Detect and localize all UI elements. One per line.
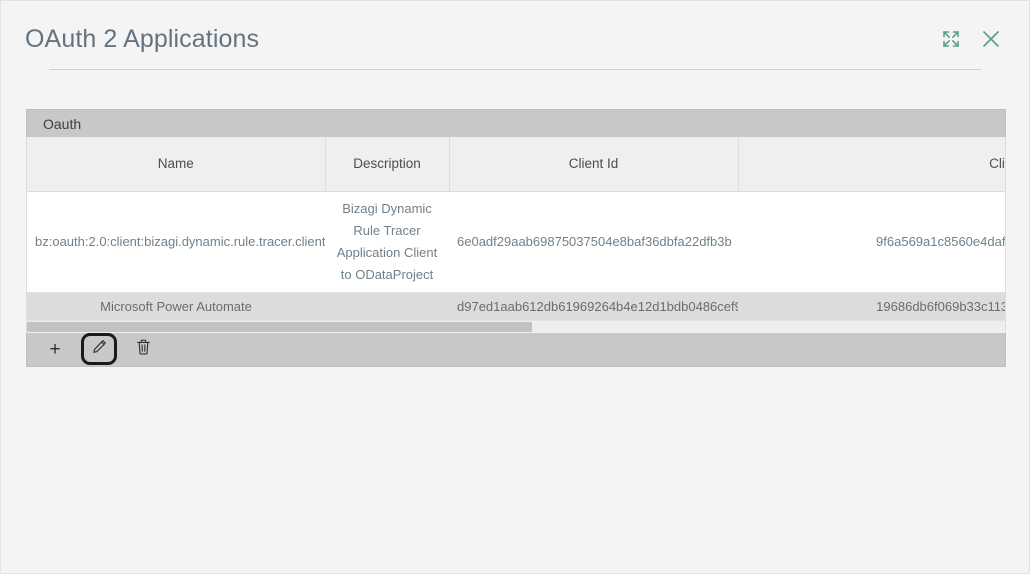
- column-header-client-secret[interactable]: Client Secret: [738, 137, 1005, 192]
- close-icon[interactable]: [979, 27, 1003, 51]
- header-divider: [49, 69, 981, 70]
- horizontal-scrollbar-thumb[interactable]: [27, 321, 532, 332]
- column-header-description[interactable]: Description: [325, 137, 450, 192]
- cell-client-id: d97ed1aab612db61969264b4e12d1bdb0486cef9: [449, 292, 738, 321]
- edit-button[interactable]: [81, 333, 117, 365]
- grid-titlebar: Oauth: [26, 109, 1006, 137]
- oauth-applications-page: OAuth 2 Applications Oauth Name Descript…: [0, 0, 1030, 574]
- grid-title: Oauth: [43, 115, 82, 132]
- page-header: OAuth 2 Applications: [1, 1, 1029, 70]
- oauth-grid-panel: Oauth Name Description Client Id Client …: [26, 109, 1006, 367]
- grid-viewport: Name Description Client Id Client Secret…: [26, 137, 1006, 321]
- add-button[interactable]: +: [41, 336, 69, 362]
- cell-description: [325, 292, 449, 321]
- expand-icon[interactable]: [939, 27, 963, 51]
- delete-button[interactable]: [129, 336, 157, 362]
- pencil-icon: [92, 339, 107, 359]
- grid-toolbar: +: [26, 332, 1006, 367]
- cell-name: bz:oauth:2.0:client:bizagi.dynamic.rule.…: [27, 191, 325, 293]
- cell-description: Bizagi Dynamic Rule Tracer Application C…: [325, 191, 449, 293]
- plus-icon: +: [49, 338, 61, 360]
- column-header-client-id[interactable]: Client Id: [449, 137, 739, 192]
- table-header-row: Name Description Client Id Client Secret: [27, 137, 1005, 192]
- cell-client-id: 6e0adf29aab69875037504e8baf36dbfa22dfb3b: [449, 191, 738, 293]
- trash-icon: [136, 339, 151, 360]
- oauth-table: Name Description Client Id Client Secret…: [27, 137, 1005, 321]
- page-title: OAuth 2 Applications: [25, 25, 260, 53]
- horizontal-scrollbar[interactable]: [26, 320, 1006, 333]
- table-row[interactable]: bz:oauth:2.0:client:bizagi.dynamic.rule.…: [27, 191, 1005, 293]
- cell-client-secret: 9f6a569a1c8560e4daf0e3fab9e106ed5846a450…: [738, 191, 1005, 293]
- column-header-name[interactable]: Name: [27, 137, 326, 192]
- header-actions: [939, 27, 1003, 51]
- cell-name: Microsoft Power Automate: [27, 292, 325, 321]
- table-row[interactable]: Microsoft Power Automate d97ed1aab612db6…: [27, 292, 1005, 321]
- cell-client-secret: 19686db6f069b33c113628f14c35c7f2ea5ac39e…: [738, 292, 1005, 321]
